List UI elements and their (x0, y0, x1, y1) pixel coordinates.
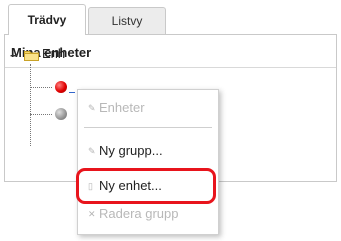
collapse-toggle[interactable]: − (10, 48, 18, 63)
context-menu: ✎ Enheter ✎ Ny grupp... ▯ Ny enhet... ✕ Rade… (77, 89, 219, 235)
menu-item-ny-grupp[interactable]: ✎ Ny grupp... (78, 139, 218, 163)
menu-item-label: Ny grupp... (99, 143, 163, 158)
status-grey-icon (55, 108, 67, 120)
panel-divider (5, 67, 336, 68)
tab-tradvy[interactable]: Trädvy (8, 4, 86, 35)
menu-item-label: Radera grupp (99, 206, 179, 221)
pencil-icon: ✎ (88, 103, 96, 113)
status-red-icon (55, 81, 67, 93)
menu-item-label: Enheter (99, 100, 145, 115)
tree-item[interactable] (69, 107, 75, 119)
tree-item[interactable] (69, 80, 75, 93)
delete-icon: ✕ (88, 209, 96, 219)
tab-listvy[interactable]: Listvy (88, 7, 166, 34)
menu-item-enheter: ✎ Enheter (78, 96, 218, 120)
menu-separator (84, 127, 212, 128)
tree-connector (30, 114, 52, 115)
pencil-icon: ✎ (88, 146, 96, 156)
tree-root-label[interactable]: Enh (42, 46, 65, 61)
highlight-box (76, 168, 216, 204)
folder-icon (24, 51, 39, 61)
tree-connector (30, 87, 52, 88)
menu-item-radera-grupp: ✕ Radera grupp (78, 202, 218, 226)
tree-connector (30, 64, 31, 146)
